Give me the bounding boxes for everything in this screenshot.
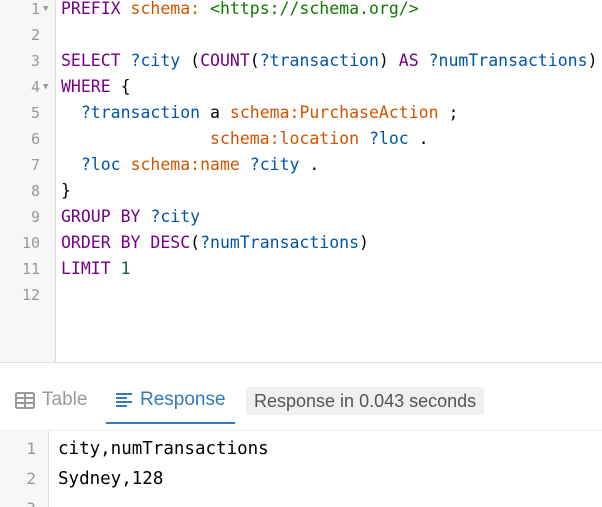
code-text: ORDER BY DESC(?numTransactions) [61, 234, 369, 252]
code-token: ?transaction [80, 103, 201, 122]
code-line-3[interactable]: 3 SELECT ?city (COUNT(?transaction) AS ?… [0, 52, 602, 78]
code-text: PREFIX schema: <https://schema.org/> [61, 0, 419, 18]
code-token: LIMIT [61, 259, 121, 278]
tab-response-label: Response [140, 389, 226, 410]
code-token: { [110, 77, 131, 96]
code-text: WHERE { [61, 78, 131, 96]
code-token: ?numTransactions [428, 51, 588, 70]
output-text: Sydney,128 [58, 469, 164, 489]
line-number: 12 [21, 286, 40, 304]
code-text: ?loc schema:name ?city . [61, 156, 319, 174]
line-number: 4 [30, 78, 40, 96]
code-line-6[interactable]: 6 schema:location ?loc . [0, 130, 602, 156]
line-number: 6 [30, 130, 40, 148]
code-line-4[interactable]: 4 ▼ WHERE { [0, 78, 602, 104]
tab-response[interactable]: Response [106, 378, 235, 424]
output-line-1: 1 city,numTransactions [0, 439, 602, 465]
code-token: ?city [249, 155, 300, 174]
response-output[interactable]: 1 city,numTransactions 2 Sydney,128 3 [0, 430, 602, 507]
code-token: ?loc [368, 129, 409, 148]
line-number: 3 [30, 52, 40, 70]
line-number: 2 [30, 26, 40, 44]
code-token: schema:location [210, 129, 360, 148]
code-line-2[interactable]: 2 [0, 26, 602, 52]
line-number: 7 [30, 156, 40, 174]
tab-table[interactable]: Table [15, 378, 87, 422]
code-token: schema: [130, 0, 201, 18]
code-token: . [408, 129, 429, 148]
code-text: } [61, 182, 71, 200]
code-token: AS [398, 51, 419, 70]
code-token: ) [587, 51, 598, 70]
code-token: 1 [120, 259, 131, 278]
output-line-2: 2 Sydney,128 [0, 469, 602, 495]
code-line-9[interactable]: 9 GROUP BY ?city [0, 208, 602, 234]
code-line-1[interactable]: 1 ▼ PREFIX schema: <https://schema.org/> [0, 0, 602, 26]
code-line-10[interactable]: 10 ORDER BY DESC(?numTransactions) [0, 234, 602, 260]
code-text: GROUP BY ?city [61, 208, 200, 226]
code-line-7[interactable]: 7 ?loc schema:name ?city . [0, 156, 602, 182]
code-token: ; [438, 103, 459, 122]
fold-arrow-icon[interactable]: ▼ [43, 2, 48, 16]
line-number: 1 [30, 0, 40, 18]
result-tabs: Table Response Response in 0.043 seconds [0, 378, 602, 424]
line-number: 5 [30, 104, 40, 122]
code-text: schema:location ?loc . [61, 130, 429, 148]
code-token: GROUP BY [61, 207, 151, 226]
line-number: 8 [30, 182, 40, 200]
code-token: ( [249, 51, 260, 70]
table-icon [15, 391, 35, 409]
code-token: ( [180, 51, 201, 70]
code-token: SELECT [61, 51, 131, 70]
line-number: 2 [26, 469, 36, 488]
response-lines-icon [115, 392, 133, 408]
code-text: SELECT ?city (COUNT(?transaction) AS ?nu… [61, 52, 598, 70]
code-token: a [200, 103, 230, 122]
code-line-12[interactable]: 12 [0, 286, 602, 312]
line-number: 10 [21, 234, 40, 252]
response-time-badge: Response in 0.043 seconds [246, 387, 485, 415]
code-line-8[interactable]: 8 } [0, 182, 602, 208]
code-token: . [299, 155, 320, 174]
code-token: WHERE [61, 77, 111, 96]
code-line-11[interactable]: 11 LIMIT 1 [0, 260, 602, 286]
code-token: <https://schema.org/> [210, 0, 419, 18]
code-text: LIMIT 1 [61, 260, 131, 278]
query-editor[interactable]: 1 ▼ PREFIX schema: <https://schema.org/>… [0, 0, 602, 363]
code-token: ) [359, 233, 369, 252]
code-token: schema:name [130, 155, 240, 174]
line-number: 1 [26, 439, 36, 458]
code-token: ?loc [80, 155, 121, 174]
code-token: ?city [150, 207, 201, 226]
code-token: schema:PurchaseAction [229, 103, 439, 122]
code-token: PREFIX [61, 0, 131, 18]
code-token: ?transaction [259, 51, 379, 70]
line-number: 11 [21, 260, 40, 278]
code-token: } [61, 181, 71, 200]
code-line-5[interactable]: 5 ?transaction a schema:PurchaseAction ; [0, 104, 602, 130]
code-token: ( [190, 233, 201, 252]
fold-arrow-icon[interactable]: ▼ [43, 80, 48, 94]
code-token: ORDER BY [61, 233, 151, 252]
code-token: COUNT [200, 51, 250, 70]
code-token: DESC [150, 233, 191, 252]
tab-table-label: Table [42, 389, 88, 410]
code-text: ?transaction a schema:PurchaseAction ; [61, 103, 459, 122]
code-token: ?numTransactions [200, 233, 360, 252]
output-text: city,numTransactions [58, 439, 269, 459]
line-number: 9 [30, 208, 40, 226]
code-token: ) [378, 51, 399, 70]
code-token: ?city [130, 51, 181, 70]
